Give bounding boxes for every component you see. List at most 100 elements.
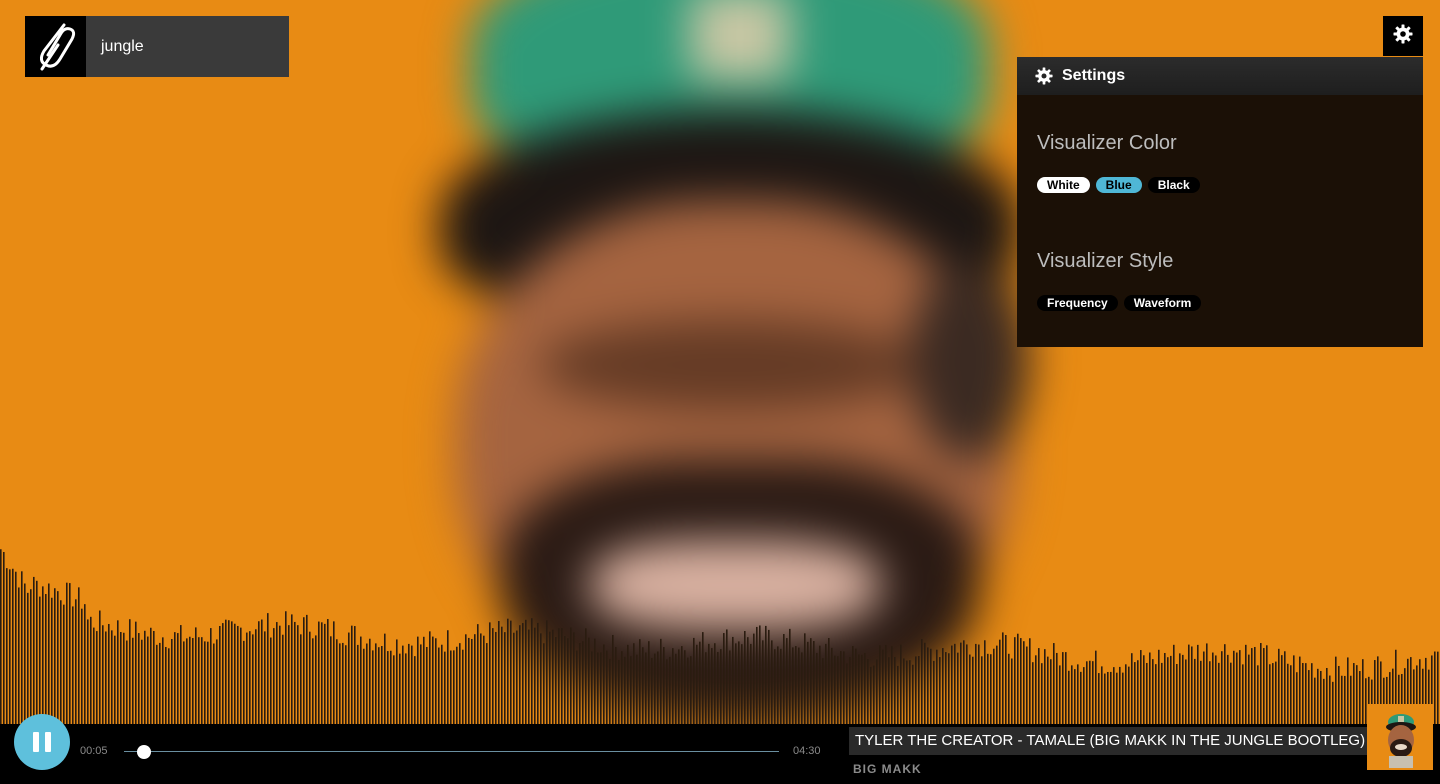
visualizer-bar [837,656,839,724]
visualizer-bar [174,632,176,724]
visualizer-bar [564,636,566,724]
album-art-thumbnail[interactable] [1367,704,1433,770]
visualizer-bar [492,628,494,724]
visualizer-bar [1215,655,1217,724]
visualizer-bar [1197,644,1199,724]
visualizer-bar [156,644,158,724]
play-pause-button[interactable] [14,714,70,770]
visualizer-bar [1104,673,1106,724]
visualizer-bar [213,643,215,724]
style-option-waveform[interactable]: Waveform [1123,295,1202,311]
visualizer-bar [84,604,86,724]
color-option-white[interactable]: White [1037,177,1090,193]
visualizer-bar [567,638,569,724]
progress-bar[interactable] [124,751,779,752]
visualizer-bar [54,588,56,724]
visualizer-bar [783,634,785,724]
visualizer-bar [189,636,191,724]
visualizer-bar [900,644,902,724]
visualizer-bar [1272,663,1274,724]
visualizer-bar [1002,632,1004,724]
visualizer-bar [648,641,650,724]
visualizer-bar [642,647,644,724]
visualizer-bar [1008,653,1010,724]
visualizer-bar [834,655,836,724]
visualizer-bar [243,640,245,724]
visualizer-bar [369,638,371,724]
visualizer-bar [453,650,455,724]
style-option-frequency[interactable]: Frequency [1037,295,1118,311]
visualizer-bar [630,656,632,724]
visualizer-bar [795,646,797,724]
visualizer-bar [1263,648,1265,724]
visualizer-bar [873,665,875,724]
visualizer-bar [1167,657,1169,724]
visualizer-bar [273,628,275,724]
visualizer-bar [693,637,695,724]
visualizer-bar [765,625,767,724]
visualizer-bar [621,651,623,724]
color-option-black[interactable]: Black [1147,177,1200,193]
visualizer-bar [1344,675,1346,724]
visualizer-bar [1284,651,1286,724]
visualizer-bar [816,652,818,724]
visualizer-bar [804,633,806,724]
visualizer-bar [702,632,704,724]
visualizer-bar [381,646,383,724]
progress-thumb[interactable] [137,745,151,759]
visualizer-bar [1245,644,1247,724]
visualizer-bar [675,653,677,724]
visualizer-bar [864,652,866,724]
visualizer-bar [1212,652,1214,724]
visualizer-bar [390,650,392,724]
visualizer-bar [558,628,560,724]
visualizer-bar [429,631,431,724]
visualizer-bar [948,653,950,724]
paperclip-logo-icon[interactable] [25,16,86,77]
visualizer-bar [1179,653,1181,724]
visualizer-bar [1305,663,1307,724]
color-option-blue[interactable]: Blue [1095,177,1142,193]
visualizer-bar [462,649,464,724]
visualizer-bar [459,643,461,724]
visualizer-bar [1257,665,1259,724]
visualizer-bar [1023,641,1025,724]
visualizer-bar [36,580,38,724]
visualizer-bar [801,652,803,724]
visualizer-bar [975,643,977,724]
visualizer-bar [1266,645,1268,724]
visualizer-bar [1107,671,1109,724]
visualizer-bar [1038,648,1040,724]
visualizer-bar [732,636,734,724]
visualizer-bar [957,652,959,724]
visualizer-bar [153,630,155,724]
visualizer-bar [231,621,233,724]
visualizer-bar [141,639,143,724]
visualizer-bar [774,649,776,724]
visualizer-bar [321,622,323,724]
artwork-ear [910,260,1030,460]
visualizer-bar [999,639,1001,724]
visualizer-bar [375,643,377,724]
visualizer-bar [684,650,686,724]
visualizer-bar [327,619,329,724]
visualizer-bar [9,569,11,724]
visualizer-bar [531,618,533,724]
settings-button[interactable] [1383,16,1423,56]
visualizer-bar [519,625,521,724]
search-input[interactable]: jungle [86,16,289,77]
visualizer-bar [891,646,893,724]
artwork-cap-badge [690,0,790,80]
visualizer-bar [606,650,608,724]
visualizer-bar [663,647,665,724]
visualizer-bar [354,626,356,724]
visualizer-bar [426,647,428,724]
visualizer-bar [477,624,479,724]
visualizer-bar [105,631,107,724]
visualizer-style-label: Visualizer Style [1037,250,1174,272]
visualizer-bar [1248,654,1250,724]
visualizer-bar [615,647,617,724]
visualizer-bar [408,643,410,724]
visualizer-bar [279,625,281,724]
visualizer-bar [951,645,953,724]
